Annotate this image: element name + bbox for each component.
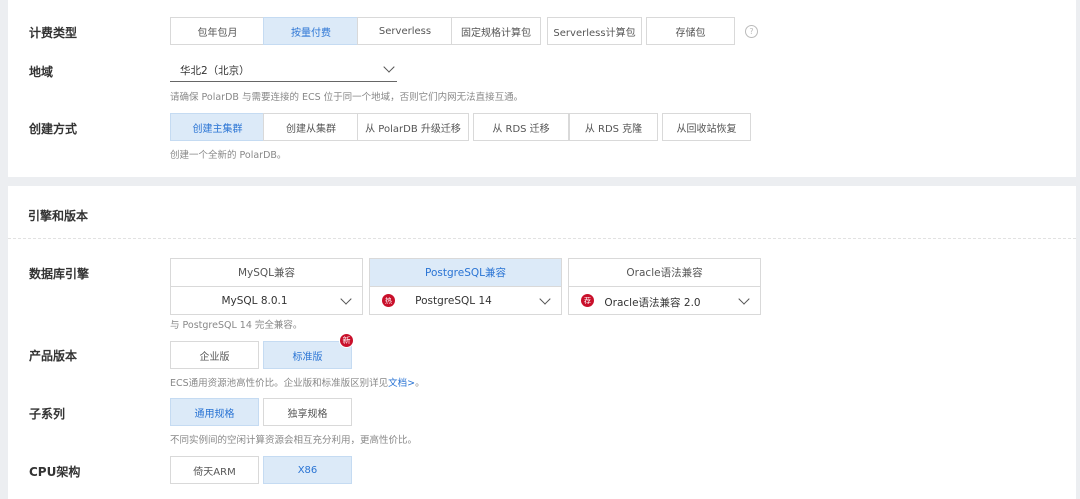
series-hint: 不同实例间的空闲计算资源会相互充分利用，更高性价比。	[170, 435, 418, 446]
creation-label: 创建方式	[29, 122, 78, 136]
edition-hint: ECS通用资源池高性价比。企业版和标准版区别详见文档>。	[170, 375, 425, 389]
engine-version-value: Oracle语法兼容 2.0	[604, 297, 701, 309]
creation-option-primary-cluster[interactable]: 创建主集群	[170, 113, 265, 141]
new-badge-icon: 新	[339, 333, 354, 348]
help-icon[interactable]: ?	[745, 25, 758, 38]
billing-option-serverless-pack[interactable]: Serverless计算包	[547, 17, 642, 45]
docs-link[interactable]: 文档>	[388, 378, 415, 389]
creation-option-secondary-cluster[interactable]: 创建从集群	[263, 113, 359, 141]
engine-name: PostgreSQL兼容	[370, 259, 561, 287]
engine-card-postgresql[interactable]: PostgreSQL兼容 热 PostgreSQL 14	[369, 258, 562, 315]
engine-version-select[interactable]: MySQL 8.0.1	[171, 287, 362, 315]
series-option-dedicated[interactable]: 独享规格	[263, 398, 352, 426]
billing-label: 计费类型	[29, 26, 78, 40]
billing-option-serverless[interactable]: Serverless	[357, 17, 453, 45]
chevron-down-icon	[383, 61, 395, 73]
engine-version-select[interactable]: 热 PostgreSQL 14	[370, 287, 561, 315]
billing-option-subscription[interactable]: 包年包月	[170, 17, 265, 45]
billing-option-fixed-compute-pack[interactable]: 固定规格计算包	[451, 17, 541, 45]
cpu-label: CPU架构	[29, 465, 81, 479]
edition-hint-text: ECS通用资源池高性价比。企业版和标准版区别详见	[170, 378, 389, 389]
region-select[interactable]: 华北2（北京）	[170, 59, 397, 82]
region-hint: 请确保 PolarDB 与需要连接的 ECS 位于同一个地域，否则它们内网无法直…	[170, 92, 524, 103]
engine-card-mysql[interactable]: MySQL兼容 MySQL 8.0.1	[170, 258, 363, 315]
chevron-down-icon	[738, 293, 750, 305]
series-option-general[interactable]: 通用规格	[170, 398, 259, 426]
engine-version-value: PostgreSQL 14	[415, 295, 492, 307]
engine-label: 数据库引擎	[29, 267, 90, 281]
creation-option-recycle-bin[interactable]: 从回收站恢复	[662, 113, 751, 141]
engine-card-oracle[interactable]: Oracle语法兼容 荐 Oracle语法兼容 2.0	[568, 258, 761, 315]
edition-hint-end: 。	[415, 378, 425, 389]
series-label: 子系列	[29, 407, 66, 421]
cpu-option-arm[interactable]: 倚天ARM	[170, 456, 259, 484]
basic-config-panel: 计费类型 包年包月 按量付费 Serverless 固定规格计算包 Server…	[8, 0, 1076, 177]
engine-version-panel: 引擎和版本 数据库引擎 MySQL兼容 MySQL 8.0.1 PostgreS…	[8, 186, 1076, 499]
engine-version-value: MySQL 8.0.1	[221, 295, 288, 307]
engine-version-select[interactable]: 荐 Oracle语法兼容 2.0	[569, 287, 760, 315]
creation-option-rds-clone[interactable]: 从 RDS 克隆	[569, 113, 658, 141]
engine-name: Oracle语法兼容	[569, 259, 760, 287]
section-title: 引擎和版本	[28, 209, 89, 223]
billing-option-pay-as-you-go[interactable]: 按量付费	[263, 17, 359, 45]
engine-name: MySQL兼容	[171, 259, 362, 287]
chevron-down-icon	[340, 293, 352, 305]
region-label: 地域	[29, 65, 54, 79]
edition-option-standard[interactable]: 标准版	[263, 341, 352, 369]
chevron-down-icon	[539, 293, 551, 305]
section-divider	[8, 238, 1076, 239]
engine-hint: 与 PostgreSQL 14 完全兼容。	[170, 320, 303, 331]
region-value: 华北2（北京）	[180, 65, 250, 77]
billing-option-storage-pack[interactable]: 存储包	[646, 17, 735, 45]
cpu-option-x86[interactable]: X86	[263, 456, 352, 484]
creation-option-rds-migrate[interactable]: 从 RDS 迁移	[473, 113, 569, 141]
creation-option-polardb-upgrade[interactable]: 从 PolarDB 升级迁移	[357, 113, 469, 141]
edition-option-enterprise[interactable]: 企业版	[170, 341, 259, 369]
edition-label: 产品版本	[29, 349, 78, 363]
creation-hint: 创建一个全新的 PolarDB。	[170, 150, 287, 161]
